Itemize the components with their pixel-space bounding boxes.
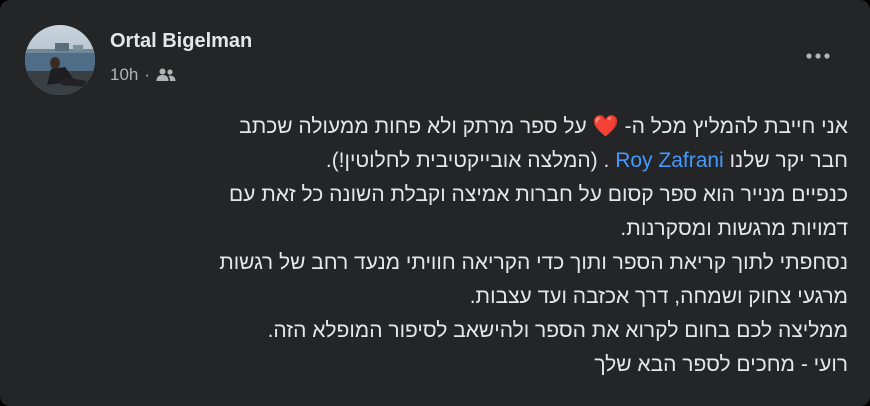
post-line-5: נסחפתי לתוך קריאת הספר ותוך כדי הקריאה ח… — [219, 251, 848, 274]
post-text: . (המלצה אובייקטיבית לחלוטין!). — [325, 149, 610, 172]
facebook-post: Ortal Bigelman 10h · אני חייבת להמליץ מכ… — [0, 0, 870, 406]
meta-separator: · — [144, 65, 151, 84]
friends-icon[interactable] — [156, 67, 176, 83]
mention-link[interactable]: Roy Zafrani — [615, 149, 724, 172]
post-line-4: דמויות מרגשות ומסקרנות. — [620, 217, 848, 240]
post-text: אני חייבת להמליץ מכל ה- — [624, 115, 848, 138]
post-line-3: כנפיים מנייר הוא ספר קסום על חברות אמיצה… — [228, 183, 848, 206]
post-meta: 10h · — [110, 64, 176, 86]
post-line-7: ממליצה לכם בחום לקרוא את הספר ולהישאב לס… — [267, 319, 848, 342]
post-body: אני חייבת להמליץ מכל ה- ❤️ על ספר מרתק ו… — [40, 110, 848, 382]
post-line-6: מרגעי צחוק ושמחה, דרך אכזבה ועד עצבות. — [469, 285, 848, 308]
post-timestamp[interactable]: 10h — [110, 65, 138, 85]
post-text: על ספר מרתק ולא פחות ממעולה שכתב — [239, 115, 587, 138]
more-options-button[interactable] — [796, 38, 840, 74]
author-name[interactable]: Ortal Bigelman — [110, 30, 252, 53]
profile-photo-avatar — [25, 25, 95, 95]
post-line-2: חבר יקר שלנו Roy Zafrani . (המלצה אובייק… — [40, 144, 848, 178]
heart-emoji-icon: ❤️ — [592, 115, 619, 138]
post-text: חבר יקר שלנו — [729, 149, 848, 172]
author-avatar[interactable] — [25, 25, 95, 95]
post-line-1: אני חייבת להמליץ מכל ה- ❤️ על ספר מרתק ו… — [40, 110, 848, 144]
more-dots-icon — [806, 53, 830, 59]
post-line-8: רועי - מחכים לספר הבא שלך — [594, 353, 848, 376]
